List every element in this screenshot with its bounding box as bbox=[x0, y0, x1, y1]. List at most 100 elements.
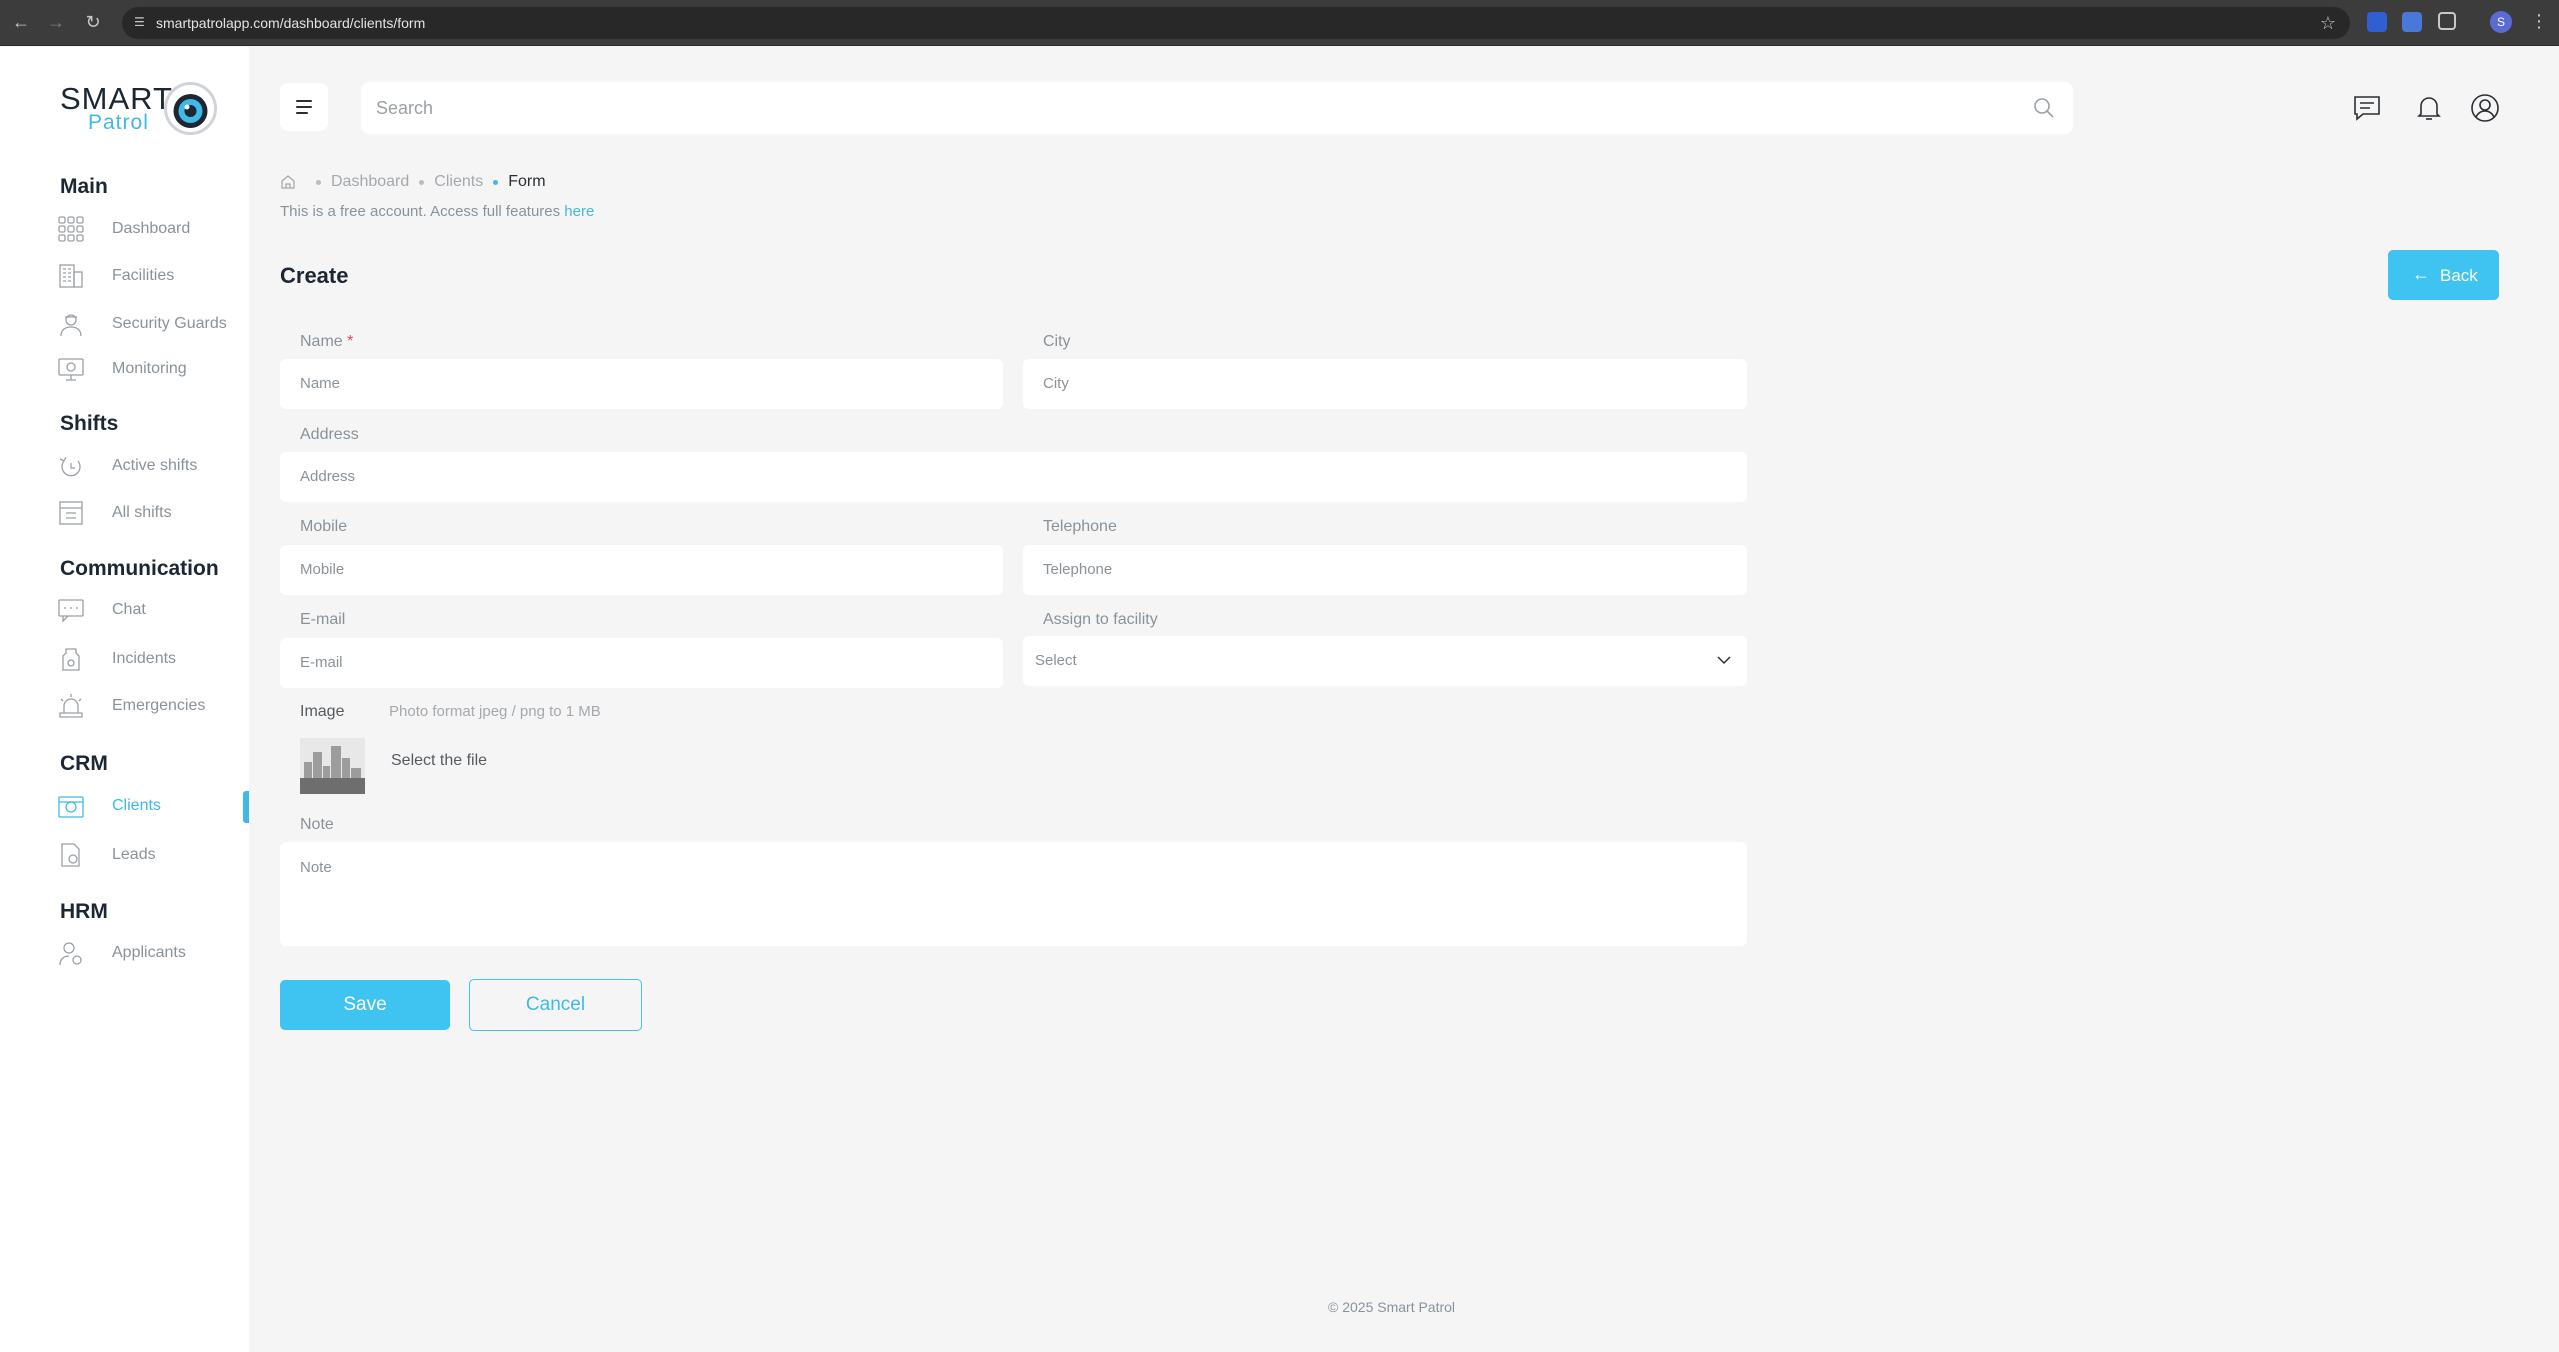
extension-icon[interactable] bbox=[2367, 12, 2387, 32]
sidebar-item-leads[interactable]: Leads bbox=[58, 838, 243, 872]
facility-select[interactable]: Select bbox=[1023, 636, 1747, 686]
address-bar[interactable]: ☰ smartpatrolapp.com/dashboard/clients/f… bbox=[122, 7, 2350, 39]
upgrade-link[interactable]: here bbox=[564, 203, 594, 220]
section-title-shifts: Shifts bbox=[60, 412, 119, 435]
active-shift-icon bbox=[59, 456, 81, 477]
city-placeholder: City bbox=[1043, 375, 1069, 392]
search-input[interactable]: Search bbox=[361, 82, 2073, 134]
sidebar-item-label: Monitoring bbox=[112, 360, 187, 377]
note-placeholder: Note bbox=[300, 859, 332, 876]
email-field[interactable]: E-mail bbox=[280, 638, 1003, 688]
sidebar-item-label: Security Guards bbox=[112, 315, 227, 332]
sidebar-item-applicants[interactable]: Applicants bbox=[58, 936, 243, 970]
sidebar: SMART Patrol Main Dashboard Facilities S… bbox=[0, 47, 249, 1352]
back-button[interactable]: ← Back bbox=[2388, 250, 2499, 300]
section-title-main: Main bbox=[60, 175, 108, 198]
section-title-communication: Communication bbox=[60, 557, 219, 580]
alarm-icon bbox=[59, 694, 83, 718]
chat-icon bbox=[58, 599, 84, 623]
image-placeholder-icon[interactable] bbox=[300, 738, 365, 794]
sidebar-item-label: Emergencies bbox=[112, 697, 206, 714]
chevron-down-icon bbox=[1717, 656, 1731, 665]
image-hint: Photo format jpeg / png to 1 MB bbox=[389, 703, 601, 720]
sidebar-item-label: Applicants bbox=[112, 944, 186, 961]
back-label: Back bbox=[2440, 266, 2478, 285]
city-label: City bbox=[1043, 333, 1071, 350]
footer-copyright: © 2025 Smart Patrol bbox=[1328, 1299, 1456, 1315]
mobile-label: Mobile bbox=[300, 518, 348, 535]
cancel-button[interactable]: Cancel bbox=[469, 979, 642, 1031]
sidebar-item-active-shifts[interactable]: Active shifts bbox=[58, 449, 243, 483]
search-icon[interactable] bbox=[2033, 97, 2055, 119]
address-label: Address bbox=[300, 426, 359, 443]
back-arrow-icon: ← bbox=[2412, 264, 2430, 284]
note-textarea[interactable]: Note bbox=[280, 842, 1747, 946]
translate-extension-icon[interactable] bbox=[2402, 12, 2422, 32]
extensions-puzzle-icon[interactable] bbox=[2438, 12, 2456, 30]
page-title: Create bbox=[280, 263, 349, 288]
breadcrumb-dashboard[interactable]: Dashboard bbox=[331, 173, 409, 191]
sidebar-item-label: Active shifts bbox=[112, 457, 198, 474]
bookmark-star-icon[interactable]: ☆ bbox=[2320, 12, 2336, 34]
back-arrow-icon[interactable]: ← bbox=[10, 11, 32, 33]
sidebar-item-label: All shifts bbox=[112, 504, 172, 521]
section-title-hrm: HRM bbox=[60, 900, 108, 923]
home-icon[interactable] bbox=[280, 174, 296, 190]
address-field[interactable]: Address bbox=[280, 452, 1747, 502]
notice-text: This is a free account. Access full feat… bbox=[280, 203, 565, 220]
sidebar-item-clients[interactable]: Clients bbox=[58, 789, 243, 823]
eye-logo-icon bbox=[164, 82, 217, 135]
guard-icon bbox=[60, 314, 82, 337]
sidebar-item-chat[interactable]: Chat bbox=[58, 593, 243, 627]
sidebar-item-monitoring[interactable]: Monitoring bbox=[58, 352, 243, 386]
mobile-placeholder: Mobile bbox=[300, 561, 345, 578]
sidebar-item-security-guards[interactable]: Security Guards bbox=[58, 307, 243, 341]
sidebar-item-incidents[interactable]: Incidents bbox=[58, 642, 243, 676]
leads-icon bbox=[61, 843, 80, 867]
profile-avatar[interactable]: S bbox=[2490, 11, 2512, 33]
sidebar-item-label: Facilities bbox=[112, 267, 175, 284]
note-label: Note bbox=[300, 816, 334, 833]
reload-icon[interactable]: ↻ bbox=[82, 11, 104, 33]
dashboard-grid-icon bbox=[58, 216, 84, 242]
forward-arrow-icon[interactable]: → bbox=[45, 11, 67, 33]
menu-toggle-button[interactable] bbox=[280, 83, 328, 131]
search-placeholder: Search bbox=[376, 98, 434, 118]
sidebar-item-label: Leads bbox=[112, 846, 156, 863]
name-field[interactable]: Name bbox=[280, 359, 1003, 409]
telephone-field[interactable]: Telephone bbox=[1023, 545, 1747, 595]
name-label: Name * bbox=[300, 333, 354, 350]
select-file-link[interactable]: Select the file bbox=[391, 752, 487, 770]
free-account-notice: This is a free account. Access full feat… bbox=[280, 203, 594, 220]
facility-selected: Select bbox=[1035, 652, 1077, 669]
sidebar-item-facilities[interactable]: Facilities bbox=[58, 259, 243, 293]
clients-icon bbox=[58, 796, 84, 818]
url-text: smartpatrolapp.com/dashboard/clients/for… bbox=[156, 15, 426, 31]
site-info-icon[interactable]: ☰ bbox=[134, 15, 148, 29]
save-button[interactable]: Save bbox=[280, 980, 450, 1030]
sidebar-item-emergencies[interactable]: Emergencies bbox=[58, 689, 243, 723]
sidebar-item-dashboard[interactable]: Dashboard bbox=[58, 212, 243, 246]
breadcrumb-clients[interactable]: Clients bbox=[434, 173, 483, 191]
email-placeholder: E-mail bbox=[300, 654, 343, 671]
notification-bell-icon[interactable] bbox=[2414, 93, 2444, 123]
breadcrumb-current: Form bbox=[508, 173, 546, 190]
city-field[interactable]: City bbox=[1023, 359, 1747, 409]
browser-toolbar: ← → ↻ ☰ smartpatrolapp.com/dashboard/cli… bbox=[0, 0, 2559, 46]
image-label: Image bbox=[300, 703, 345, 720]
active-indicator bbox=[243, 791, 249, 823]
all-shifts-icon bbox=[59, 501, 83, 525]
mobile-field[interactable]: Mobile bbox=[280, 545, 1003, 595]
messages-icon[interactable] bbox=[2352, 93, 2382, 123]
monitor-icon bbox=[58, 358, 84, 381]
breadcrumb: Dashboard Clients Form bbox=[280, 173, 546, 191]
browser-menu-icon[interactable]: ⋮ bbox=[2530, 10, 2548, 32]
user-account-icon[interactable] bbox=[2470, 93, 2500, 123]
section-title-crm: CRM bbox=[60, 752, 108, 775]
sidebar-item-label: Dashboard bbox=[112, 220, 191, 237]
required-mark: * bbox=[347, 333, 354, 350]
logo[interactable]: SMART Patrol bbox=[60, 81, 220, 137]
applicant-icon bbox=[59, 942, 82, 966]
sidebar-item-all-shifts[interactable]: All shifts bbox=[58, 496, 243, 530]
incident-icon bbox=[62, 648, 80, 671]
